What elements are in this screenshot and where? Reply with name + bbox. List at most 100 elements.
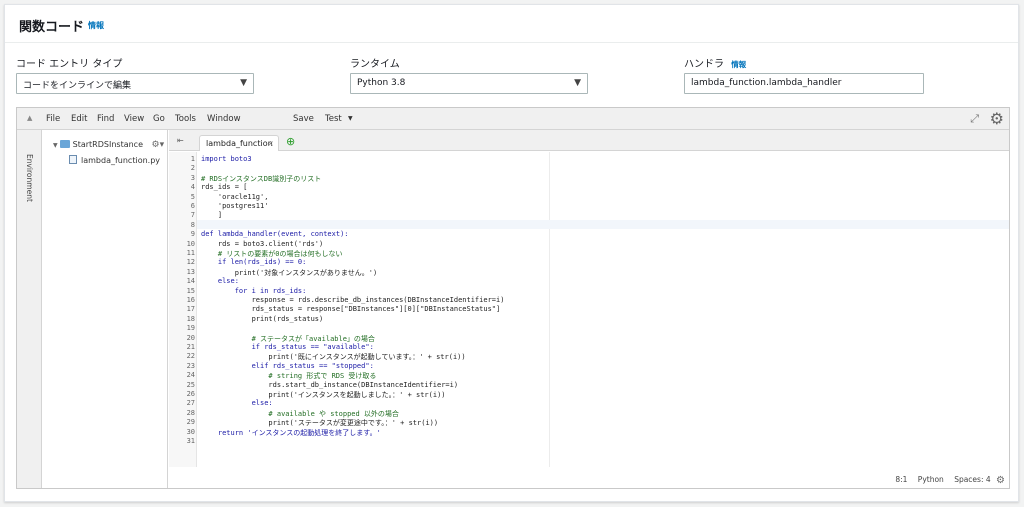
environment-side-tab[interactable]: Environment [17, 130, 42, 488]
handler-label: ハンドラ 情報 [684, 55, 924, 70]
folder-gear-icon[interactable]: ⚙▾ [152, 140, 165, 150]
info-link[interactable]: 情報 [88, 20, 104, 31]
test-button[interactable]: Test [325, 114, 342, 124]
expand-arrow-icon: ▼ [53, 142, 58, 149]
active-line-highlight [197, 219, 1009, 230]
line-number: 23 [186, 361, 195, 370]
tree-file[interactable]: lambda_function.py [69, 155, 160, 165]
code-line[interactable]: def lambda_handler(event, context): [201, 230, 349, 238]
runtime-select[interactable]: Python 3.8 ▼ [350, 73, 588, 94]
gear-icon[interactable]: ⚙ [990, 109, 1004, 128]
menu-find[interactable]: Find [97, 114, 114, 124]
handler-field: ハンドラ 情報 lambda_function.lambda_handler [684, 55, 924, 94]
code-line[interactable]: elif rds_status == "stopped": [201, 362, 374, 370]
code-line[interactable]: 'postgres11' [201, 202, 269, 210]
runtime-label: ランタイム [350, 59, 400, 70]
handler-label-text: ハンドラ [684, 59, 724, 70]
entry-type-select[interactable]: コードをインラインで編集 ▼ [16, 73, 254, 94]
dropdown-arrow-icon: ▼ [574, 78, 581, 88]
line-number: 25 [186, 380, 195, 389]
line-number: 15 [186, 286, 195, 295]
line-number: 16 [186, 296, 195, 304]
file-tree: ▼ StartRDSInstance ⚙▾ lambda_function.py [43, 130, 168, 488]
close-icon[interactable]: × [267, 139, 274, 148]
line-number: 10 [186, 239, 195, 248]
line-number: 30 [186, 427, 195, 436]
panel-header: 関数コード 情報 [5, 5, 1018, 43]
entry-type-value: コードをインラインで編集 [23, 81, 132, 91]
editor-menubar: ▲ File Edit Find View Go Tools Window Sa… [17, 108, 1009, 130]
code-line[interactable]: if len(rds_ids) == 0: [201, 258, 307, 266]
code-line[interactable]: print(rds_status) [201, 315, 324, 323]
menu-file[interactable]: File [46, 114, 60, 124]
environment-label: Environment [25, 154, 34, 202]
line-number: 28 [186, 408, 195, 417]
menu-window[interactable]: Window [207, 114, 241, 124]
file-name: lambda_function.py [81, 156, 161, 165]
line-number: 26 [186, 390, 195, 398]
code-editor: ▲ File Edit Find View Go Tools Window Sa… [16, 107, 1010, 489]
code-line[interactable]: 'oracle11g', [201, 193, 269, 201]
cursor-position: 8:1 [895, 475, 908, 484]
line-number: 12 [186, 258, 195, 267]
entry-type-field: コード エントリ タイプ コードをインラインで編集 ▼ [16, 55, 254, 94]
collapse-icon[interactable]: ▲ [27, 114, 32, 122]
line-number: 2 [190, 164, 195, 173]
entry-type-label: コード エントリ タイプ [16, 59, 123, 70]
line-number: 22 [186, 352, 195, 361]
code-line[interactable]: rds_status = response["DBInstances"][0][… [201, 305, 501, 313]
line-number: 5 [190, 192, 195, 201]
line-number: 20 [186, 333, 195, 342]
line-number: 7 [190, 211, 195, 220]
line-number: 18 [186, 314, 195, 323]
code-line[interactable]: import boto3 [201, 155, 252, 163]
settings-gear-icon[interactable]: ⚙ [996, 475, 1005, 486]
code-line[interactable]: if rds_status == "available": [201, 343, 374, 351]
dropdown-arrow-icon: ▼ [240, 78, 247, 88]
handler-info-link[interactable]: 情報 [731, 60, 746, 69]
line-number: 27 [186, 399, 195, 408]
line-number: 4 [190, 183, 195, 192]
line-number: 6 [190, 202, 195, 210]
line-number: 8 [190, 220, 195, 229]
folder-name: StartRDSInstance [72, 140, 143, 149]
save-button[interactable]: Save [293, 114, 314, 124]
tree-folder[interactable]: ▼ StartRDSInstance ⚙▾ [53, 140, 164, 150]
editor-tabbar: ⇤ lambda_function × ⊕ [169, 130, 1009, 151]
language-mode[interactable]: Python [918, 475, 944, 484]
fullscreen-icon[interactable]: ⤢ [970, 112, 979, 126]
editor-statusbar: 8:1 Python Spaces: 4 ⚙ [887, 475, 1005, 486]
runtime-field: ランタイム Python 3.8 ▼ [350, 55, 588, 94]
handler-input[interactable]: lambda_function.lambda_handler [684, 73, 924, 94]
tab-lambda-function[interactable]: lambda_function × [199, 135, 279, 151]
line-number: 17 [186, 305, 195, 314]
print-margin [549, 152, 550, 467]
line-number: 24 [186, 371, 195, 380]
code-line[interactable]: else: [201, 277, 239, 285]
line-number: 14 [186, 277, 195, 286]
line-number: 31 [186, 437, 195, 445]
line-number: 11 [186, 249, 195, 257]
menu-go[interactable]: Go [153, 114, 165, 124]
line-number: 21 [186, 343, 195, 351]
line-number: 1 [190, 155, 195, 163]
code-line[interactable]: rds_ids = [ [201, 183, 247, 191]
add-tab-icon[interactable]: ⊕ [286, 135, 295, 148]
indent-setting[interactable]: Spaces: 4 [954, 475, 990, 484]
menu-tools[interactable]: Tools [175, 114, 196, 124]
menu-view[interactable]: View [124, 114, 144, 124]
test-dropdown-icon[interactable]: ▼ [348, 115, 353, 122]
panel-toggle-icon[interactable]: ⇤ [177, 136, 184, 145]
folder-icon [59, 140, 70, 148]
line-number: 9 [190, 230, 195, 239]
panel-title: 関数コード [19, 20, 85, 35]
code-line[interactable]: ] [201, 211, 222, 219]
code-line[interactable]: else: [201, 399, 273, 407]
code-line[interactable]: for i in rds_ids: [201, 287, 307, 295]
menu-edit[interactable]: Edit [71, 114, 87, 124]
code-line[interactable]: response = rds.describe_db_instances(DBI… [201, 296, 505, 304]
code-line[interactable]: return 'インスタンスの起動処理を終了します。' [201, 428, 381, 438]
code-line[interactable]: rds.start_db_instance(DBInstanceIdentifi… [201, 381, 458, 389]
runtime-value: Python 3.8 [357, 78, 406, 88]
code-line[interactable]: rds = boto3.client('rds') [201, 240, 323, 248]
